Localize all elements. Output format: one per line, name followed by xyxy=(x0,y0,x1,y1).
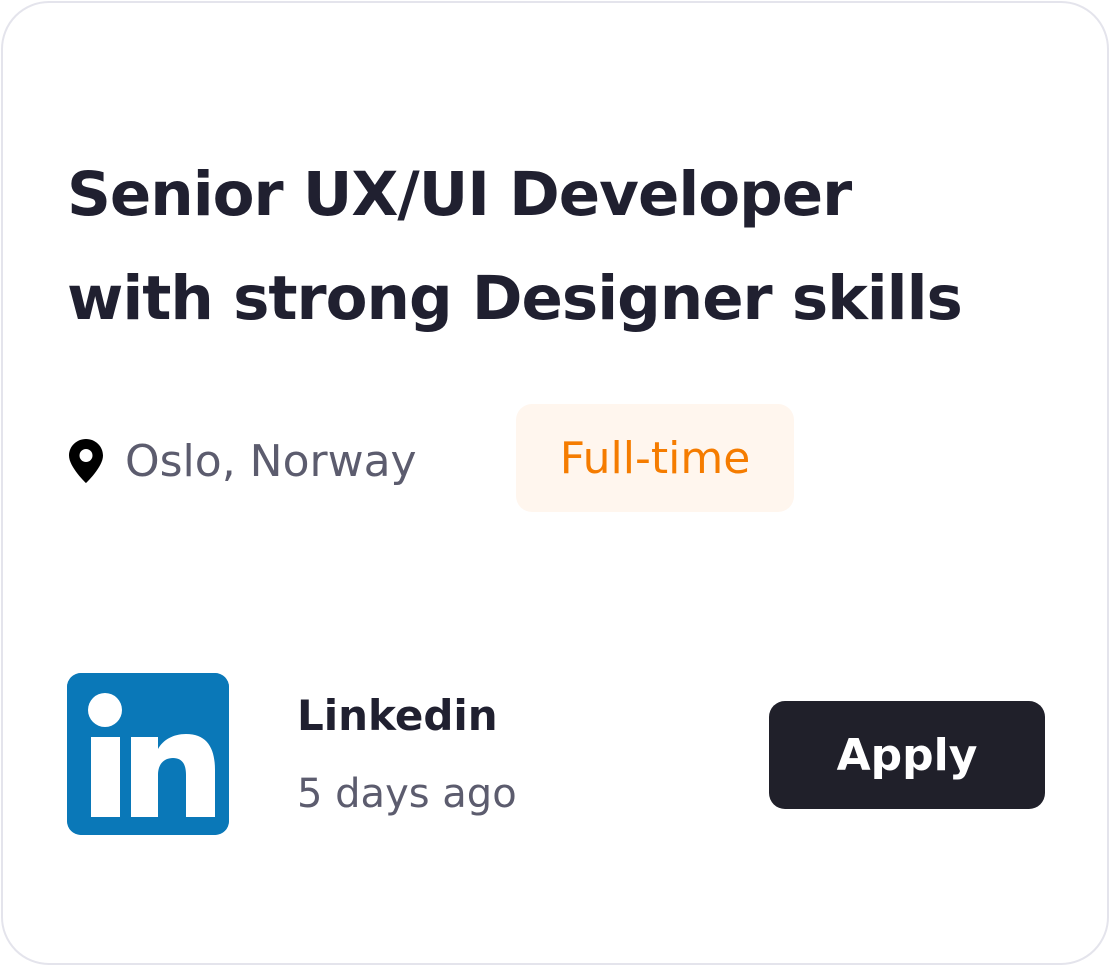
job-title-line-1: Senior UX/UI Developer xyxy=(67,159,852,230)
map-pin-icon xyxy=(69,439,103,483)
job-title-line-2: with strong Designer skills xyxy=(67,263,963,334)
company-name: Linkedin xyxy=(297,691,498,740)
employment-type-badge: Full-time xyxy=(516,404,794,512)
posted-time: 5 days ago xyxy=(297,771,517,817)
linkedin-icon xyxy=(67,673,229,835)
apply-button[interactable]: Apply xyxy=(769,701,1045,809)
location-label: Oslo, Norway xyxy=(125,435,417,487)
job-title: Senior UX/UI Developer with strong Desig… xyxy=(67,143,1067,351)
employment-type-label: Full-time xyxy=(559,432,751,484)
job-card[interactable]: Senior UX/UI Developer with strong Desig… xyxy=(1,1,1109,965)
job-location: Oslo, Norway xyxy=(67,431,417,491)
